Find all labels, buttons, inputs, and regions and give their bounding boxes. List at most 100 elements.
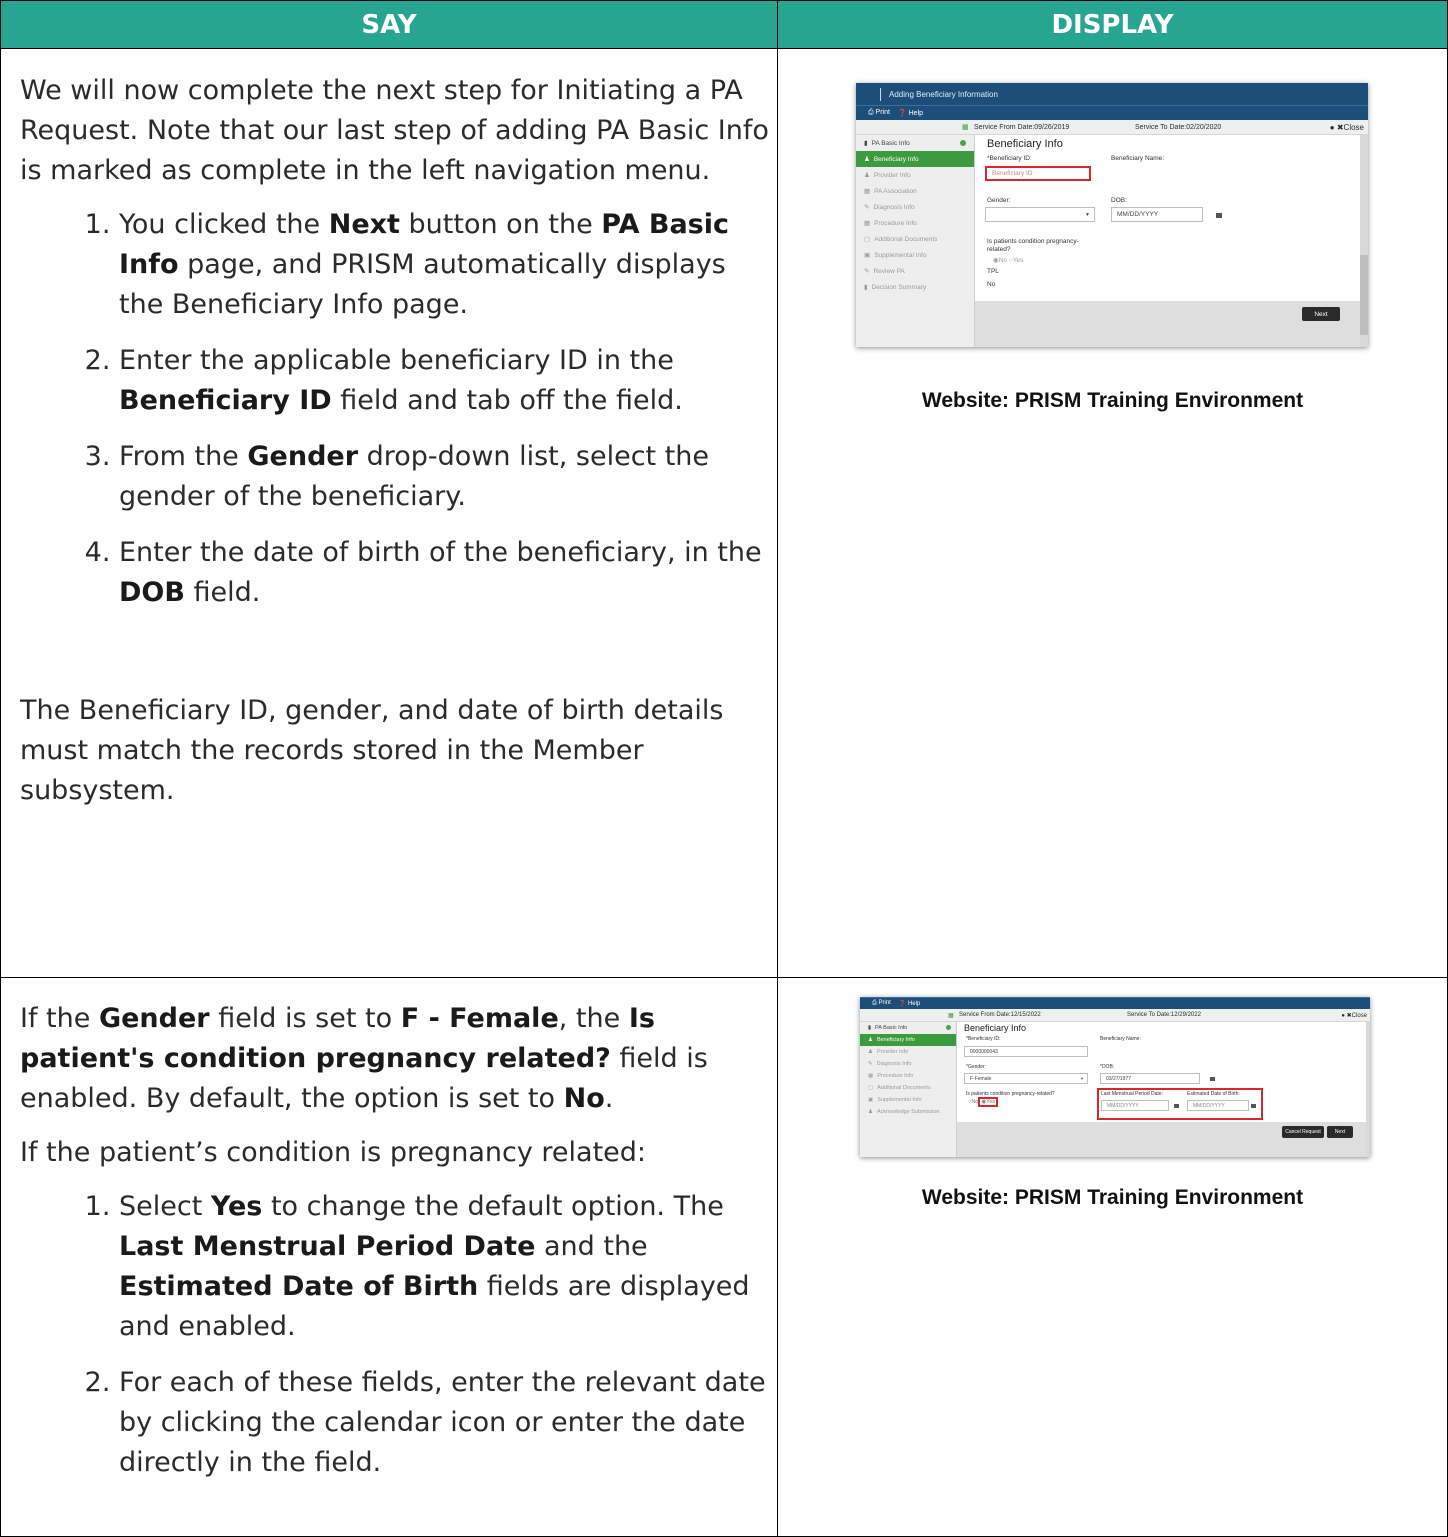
check-icon bbox=[960, 140, 966, 146]
nav-pa-basic-info[interactable]: ▮ PA Basic Info bbox=[860, 1022, 956, 1034]
nav-additional-documents[interactable]: ▢ Additional Documents bbox=[856, 231, 974, 247]
closing-text: The Beneficiary ID, gender, and date of … bbox=[20, 695, 724, 806]
help-button[interactable]: ❓ Help bbox=[898, 109, 923, 117]
next-button[interactable]: Next bbox=[1327, 1126, 1353, 1138]
service-from-date: Service From Date:12/15/2022 bbox=[959, 1012, 1041, 1018]
app-body: ▮ PA Basic Info ♟ Beneficiary Info ♟ Pro… bbox=[856, 135, 1368, 347]
toolbar: ⎙ Print ❓ Help bbox=[860, 997, 1370, 1009]
service-date-bar: ▦ Service From Date:09/26/2019 Service T… bbox=[856, 120, 1368, 135]
nav-provider-info[interactable]: ♟ Provider Info bbox=[860, 1046, 956, 1058]
edb-label: Estimated Date of Birth: bbox=[1187, 1091, 1240, 1097]
say-header: SAY bbox=[1, 1, 778, 48]
scrollbar[interactable] bbox=[1366, 1022, 1370, 1157]
gender-select[interactable]: ▼ bbox=[985, 207, 1095, 222]
nav-diagnosis-info[interactable]: ✎ Diagnosis Info bbox=[860, 1058, 956, 1070]
screenshot-caption: Website: PRISM Training Environment bbox=[921, 1186, 1304, 1209]
nav-decision-summary[interactable]: ▮ Decision Summary bbox=[856, 279, 974, 295]
pregnancy-condition-text: If the patient’s condition is pregnancy … bbox=[20, 1137, 646, 1168]
pregnancy-fields-screenshot: ⎙ Print ❓ Help ▦ Service From Date:12/15… bbox=[860, 997, 1370, 1157]
scrollbar-thumb[interactable] bbox=[1360, 255, 1368, 335]
gender-label: *Gender: bbox=[966, 1064, 987, 1070]
cancel-request-button[interactable]: Cancel Request bbox=[1282, 1126, 1324, 1138]
list-item: Enter the applicable beneficiary ID in t… bbox=[119, 341, 777, 421]
pregnancy-intro-text: If the Gender field is set to F - Female… bbox=[20, 1003, 708, 1114]
print-button[interactable]: ⎙ Print bbox=[872, 1000, 891, 1007]
calendar-icon: ▦ bbox=[962, 124, 969, 131]
nav-diagnosis-info[interactable]: ✎ Diagnosis Info bbox=[856, 199, 974, 215]
list-item: From the Gender drop-down list, select t… bbox=[119, 437, 777, 517]
close-button[interactable]: ● ✖Close bbox=[1341, 1012, 1367, 1019]
beneficiary-id-label: *Beneficiary ID: bbox=[966, 1036, 1001, 1042]
service-to-date: Service To Date:12/29/2022 bbox=[1127, 1012, 1201, 1018]
check-icon bbox=[946, 1025, 951, 1030]
tpl-label: TPL bbox=[987, 268, 999, 275]
service-date-bar: ▦ Service From Date:12/15/2022 Service T… bbox=[860, 1009, 1370, 1022]
form-heading: Beneficiary Info bbox=[964, 1023, 1027, 1033]
say-cell: We will now complete the next step for I… bbox=[1, 49, 778, 977]
nav-review-pa[interactable]: ✎ Review PA bbox=[856, 263, 974, 279]
gender-label: Gender: bbox=[987, 197, 1011, 204]
display-cell: ⎙ Print ❓ Help ▦ Service From Date:12/15… bbox=[778, 978, 1447, 1536]
print-button[interactable]: ⎙ Print bbox=[868, 109, 890, 117]
beneficiary-id-input[interactable]: 0000000043 bbox=[964, 1046, 1088, 1057]
nav-pa-association[interactable]: ▦ PA Association bbox=[856, 183, 974, 199]
service-from-date: Service From Date:09/26/2019 bbox=[974, 123, 1070, 131]
pregnancy-radio-group[interactable]: ○No ◉Yes bbox=[968, 1097, 999, 1107]
close-button[interactable]: ● ✖Close bbox=[1330, 123, 1364, 132]
lmp-date-input[interactable]: MM/DD/YYYY bbox=[1101, 1100, 1169, 1111]
pregnancy-question: Is patients condition pregnancy- bbox=[987, 238, 1079, 245]
next-button[interactable]: Next bbox=[1302, 307, 1340, 321]
app-body: ▮ PA Basic Info ♟ Beneficiary Info ♟ Pro… bbox=[860, 1022, 1370, 1157]
calendar-icon[interactable] bbox=[1174, 1104, 1179, 1108]
dob-label: *DOB: bbox=[1100, 1064, 1115, 1070]
nav-procedure-info[interactable]: ▦ Procedure Info bbox=[860, 1070, 956, 1082]
table-header: SAY DISPLAY bbox=[1, 1, 1447, 49]
pregnancy-question-cont: related? bbox=[987, 246, 1011, 253]
lmp-label: Last Menstrual Period Date: bbox=[1101, 1091, 1163, 1097]
say-display-table: SAY DISPLAY We will now complete the nex… bbox=[0, 0, 1448, 1537]
left-nav: ▮ PA Basic Info ♟ Beneficiary Info ♟ Pro… bbox=[856, 135, 975, 347]
list-item: For each of these fields, enter the rele… bbox=[119, 1363, 777, 1483]
nav-procedure-info[interactable]: ▦ Procedure Info bbox=[856, 215, 974, 231]
say-cell: If the Gender field is set to F - Female… bbox=[1, 978, 778, 1536]
left-nav: ▮ PA Basic Info ♟ Beneficiary Info ♟ Pro… bbox=[860, 1022, 957, 1157]
nav-supplemental-info[interactable]: ▣ Supplemental Info bbox=[856, 247, 974, 263]
list-item: You clicked the Next button on the PA Ba… bbox=[119, 205, 777, 325]
calendar-icon[interactable] bbox=[1251, 1104, 1256, 1108]
table-row: If the Gender field is set to F - Female… bbox=[1, 978, 1447, 1536]
help-button[interactable]: ❓ Help bbox=[899, 1000, 920, 1007]
gender-select[interactable]: F-Female ▼ bbox=[964, 1073, 1088, 1084]
tpl-value: No bbox=[987, 281, 996, 288]
calendar-icon: ▦ bbox=[948, 1012, 954, 1019]
edb-date-input[interactable]: MM/DD/YYYY bbox=[1187, 1100, 1249, 1111]
calendar-icon[interactable] bbox=[1216, 213, 1222, 218]
nav-additional-documents[interactable]: ▢ Additional Documents bbox=[860, 1082, 956, 1094]
nav-supplemental-info[interactable]: ▣ Supplemental Info bbox=[860, 1094, 956, 1106]
beneficiary-form: Beneficiary Info *Beneficiary ID: Benefi… bbox=[957, 1022, 1370, 1157]
yes-radio-highlight[interactable]: ◉Yes bbox=[978, 1097, 999, 1107]
beneficiary-id-input[interactable]: Beneficiary ID bbox=[985, 166, 1091, 181]
screenshot-caption: Website: PRISM Training Environment bbox=[921, 389, 1304, 412]
list-item: Select Yes to change the default option.… bbox=[119, 1187, 777, 1347]
beneficiary-name-label: Beneficiary Name: bbox=[1100, 1036, 1141, 1042]
form-heading: Beneficiary Info bbox=[987, 138, 1063, 150]
steps-list: Select Yes to change the default option.… bbox=[20, 1187, 777, 1483]
nav-beneficiary-info[interactable]: ♟ Beneficiary Info bbox=[860, 1034, 956, 1046]
service-to-date: Service To Date:02/20/2020 bbox=[1135, 123, 1222, 131]
beneficiary-id-label: *Beneficiary ID: bbox=[987, 155, 1032, 162]
nav-beneficiary-info[interactable]: ♟ Beneficiary Info bbox=[856, 151, 974, 167]
nav-acknowledge-submission[interactable]: ♟ Acknowledge Submission bbox=[860, 1106, 956, 1118]
window-title-bar: Adding Beneficiary Information bbox=[856, 83, 1368, 105]
dob-input[interactable]: MM/DD/YYYY bbox=[1111, 207, 1203, 222]
nav-provider-info[interactable]: ♟ Provider Info bbox=[856, 167, 974, 183]
display-cell: Adding Beneficiary Information ⎙ Print ❓… bbox=[778, 49, 1447, 977]
nav-pa-basic-info[interactable]: ▮ PA Basic Info bbox=[856, 135, 974, 151]
pregnancy-radio-group[interactable]: ◉No ○Yes bbox=[993, 256, 1023, 264]
intro-text: We will now complete the next step for I… bbox=[20, 75, 769, 186]
chevron-down-icon: ▼ bbox=[1085, 211, 1090, 218]
list-item: Enter the date of birth of the beneficia… bbox=[119, 533, 777, 613]
calendar-icon[interactable] bbox=[1210, 1077, 1215, 1081]
dob-label: DOB: bbox=[1111, 197, 1127, 204]
dob-input[interactable]: 03/27/1977 bbox=[1100, 1073, 1200, 1084]
beneficiary-info-screenshot: Adding Beneficiary Information ⎙ Print ❓… bbox=[856, 83, 1368, 347]
